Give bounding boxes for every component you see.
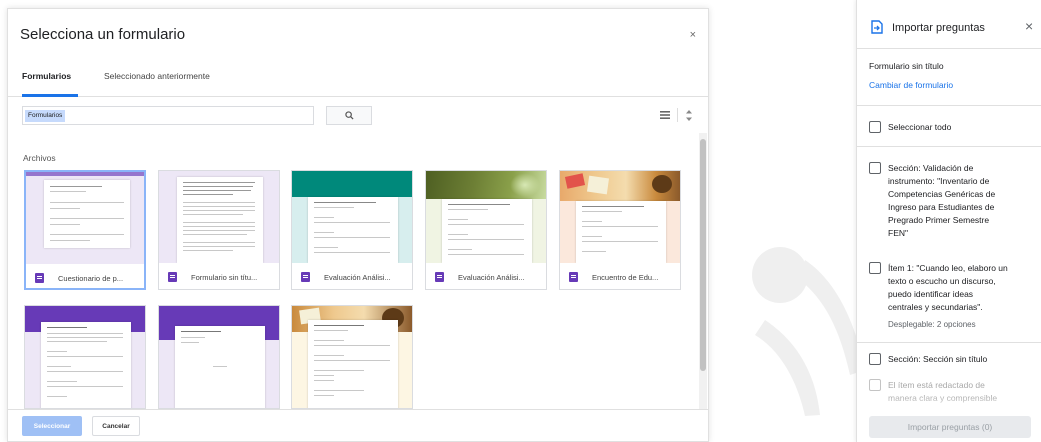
search-button[interactable] — [326, 106, 372, 125]
file-card[interactable]: Evaluación Análisi... — [425, 170, 547, 290]
search-icon — [344, 111, 354, 120]
question-label: Ítem 1: "Cuando leo, elaboro un texto o … — [888, 263, 1008, 312]
file-thumbnail — [159, 171, 279, 263]
panel-header: Importar preguntas × — [857, 0, 1041, 55]
search-input[interactable]: Formularios — [22, 106, 314, 125]
background-emblem — [752, 247, 865, 416]
scroll-fade — [857, 395, 1041, 415]
divider — [857, 105, 1041, 106]
google-forms-icon — [35, 273, 44, 283]
dialog-footer: Seleccionar Cancelar — [8, 409, 708, 442]
selected-form-name: Formulario sin título — [869, 61, 944, 71]
google-forms-icon — [168, 272, 177, 282]
select-button[interactable]: Seleccionar — [22, 416, 82, 436]
question-checkbox[interactable] — [869, 379, 881, 391]
change-form-link[interactable]: Cambiar de formulario — [869, 80, 953, 90]
file-card[interactable]: Cuestionario de p... — [24, 170, 146, 290]
file-card-footer: Encuentro de Edu... — [560, 263, 680, 289]
search-filter-chip[interactable]: Formularios — [25, 110, 66, 122]
google-forms-icon — [569, 272, 578, 282]
file-thumbnail — [426, 171, 546, 263]
import-questions-button[interactable]: Importar preguntas (0) — [869, 416, 1031, 438]
select-all-checkbox[interactable] — [869, 121, 881, 133]
google-forms-icon — [435, 272, 444, 282]
file-card-footer: Formulario sin títu... — [159, 263, 279, 289]
scrollbar-thumb[interactable] — [700, 139, 706, 371]
file-card[interactable] — [158, 305, 280, 409]
active-tab-indicator — [22, 94, 78, 97]
file-card[interactable]: Encuentro de Edu... — [559, 170, 681, 290]
file-thumbnail — [292, 171, 412, 263]
divider — [857, 48, 1041, 49]
file-card[interactable] — [291, 305, 413, 409]
tab-bar: Formularios Seleccionado anteriormente — [8, 59, 708, 97]
panel-title: Importar preguntas — [892, 22, 985, 34]
question-checkbox[interactable] — [869, 162, 881, 174]
select-all-label: Seleccionar todo — [888, 122, 952, 132]
file-card-footer: Evaluación Análisi... — [426, 263, 546, 289]
file-name: Evaluación Análisi... — [324, 272, 391, 282]
section-label: Sección: Sección sin título — [888, 354, 988, 364]
file-thumbnail — [560, 171, 680, 263]
toolbar-divider — [677, 108, 678, 122]
question-label: Sección: Validación de instrumento: "Inv… — [888, 163, 996, 238]
section-checkbox[interactable] — [869, 353, 881, 365]
section-label-archivos: Archivos — [23, 153, 56, 163]
import-questions-panel: Importar preguntas × Formulario sin títu… — [856, 0, 1041, 442]
file-card-footer: Evaluación Análisi... — [292, 263, 412, 289]
file-card[interactable]: Evaluación Análisi... — [291, 170, 413, 290]
file-name: Encuentro de Edu... — [592, 272, 659, 282]
close-icon[interactable]: × — [1025, 18, 1033, 34]
question-type-hint: Desplegable: 2 opciones — [888, 320, 976, 329]
file-thumbnail — [292, 306, 412, 408]
file-card[interactable] — [24, 305, 146, 409]
file-card-footer: Cuestionario de p... — [26, 264, 144, 288]
file-thumbnail — [25, 306, 145, 408]
cancel-button[interactable]: Cancelar — [92, 416, 140, 436]
dialog-title: Selecciona un formulario — [20, 26, 186, 43]
question-checkbox[interactable] — [869, 262, 881, 274]
divider — [857, 342, 1041, 343]
scrollbar[interactable] — [699, 133, 707, 409]
import-file-icon — [871, 20, 883, 34]
google-forms-icon — [301, 272, 310, 282]
file-card[interactable]: Formulario sin títu... — [158, 170, 280, 290]
divider — [857, 146, 1041, 147]
tab-seleccionado-anteriormente[interactable]: Seleccionado anteriormente — [104, 71, 210, 81]
file-name: Formulario sin títu... — [191, 272, 258, 282]
file-thumbnail — [26, 172, 144, 264]
form-picker-dialog: Selecciona un formulario × Formularios S… — [7, 8, 709, 442]
file-thumbnail — [159, 306, 279, 408]
file-name: Evaluación Análisi... — [458, 272, 525, 282]
sort-icon[interactable] — [680, 106, 698, 124]
close-icon[interactable]: × — [690, 29, 696, 41]
tab-formularios[interactable]: Formularios — [22, 71, 71, 81]
file-name: Cuestionario de p... — [58, 273, 124, 283]
screen: Selecciona un formulario × Formularios S… — [0, 0, 1041, 442]
list-view-icon[interactable] — [656, 106, 674, 124]
